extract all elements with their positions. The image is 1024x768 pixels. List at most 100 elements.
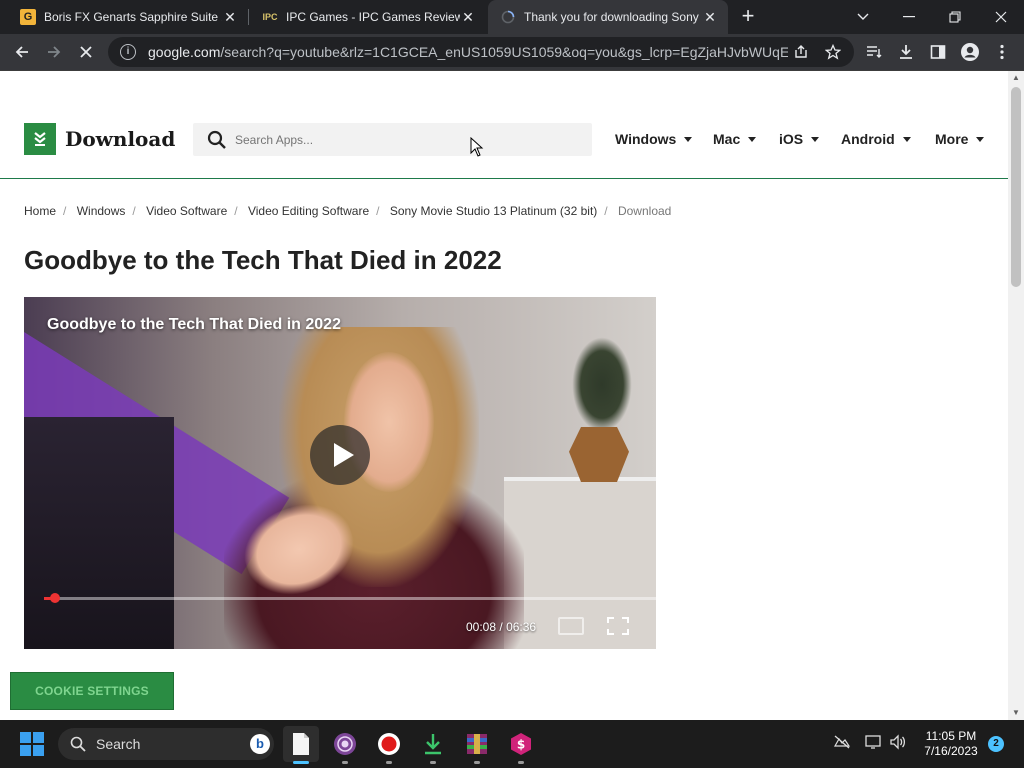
tab-search-icon[interactable] bbox=[840, 0, 886, 34]
active-app-indicator bbox=[293, 761, 309, 764]
browser-tab-active[interactable]: Thank you for downloading Sony ✕ bbox=[488, 0, 728, 34]
download-icon[interactable] bbox=[892, 38, 920, 66]
page-scrollbar[interactable]: ▲ ▼ bbox=[1008, 71, 1024, 720]
download-manager-icon[interactable] bbox=[415, 726, 451, 764]
breadcrumb-separator: / bbox=[132, 204, 136, 218]
forward-arrow-icon[interactable] bbox=[40, 38, 68, 66]
breadcrumb: Home / Windows / Video Software / Video Edi… bbox=[24, 204, 671, 218]
search-input[interactable] bbox=[235, 132, 575, 147]
scroll-down-arrow-icon[interactable]: ▼ bbox=[1008, 706, 1024, 720]
chevron-down-icon bbox=[811, 136, 820, 142]
site-header: Download Windows Mac iOS Android More bbox=[0, 108, 1008, 179]
taskbar-clock[interactable]: 11:05 PM 7/16/2023 bbox=[916, 729, 986, 759]
browser-tab[interactable]: G Boris FX Genarts Sapphire Suite 2 ✕ bbox=[8, 0, 248, 34]
svg-text:$: $ bbox=[517, 738, 525, 752]
site-info-icon[interactable]: i bbox=[120, 44, 136, 60]
video-current-time: 00:08 bbox=[466, 620, 497, 634]
bookmark-star-icon[interactable] bbox=[824, 43, 842, 62]
breadcrumb-separator: / bbox=[604, 204, 608, 218]
breadcrumb-video-editing[interactable]: Video Editing Software bbox=[248, 204, 369, 218]
browser-tab[interactable]: IPC IPC Games - IPC Games Reviews ✕ bbox=[250, 0, 486, 34]
close-tab-icon[interactable]: ✕ bbox=[222, 9, 238, 26]
restore-icon[interactable] bbox=[932, 0, 978, 34]
breadcrumb-video-software[interactable]: Video Software bbox=[146, 204, 227, 218]
chevron-down-icon bbox=[748, 136, 757, 142]
video-duration: 06:36 bbox=[506, 620, 537, 634]
page-title: Goodbye to the Tech That Died in 2022 bbox=[24, 245, 502, 275]
mouse-cursor-icon bbox=[470, 137, 484, 157]
close-tab-icon[interactable]: ✕ bbox=[702, 9, 718, 26]
nav-windows[interactable]: Windows bbox=[615, 131, 693, 147]
video-title: Goodbye to the Tech That Died in 2022 bbox=[47, 316, 341, 333]
taskbar-search-label: Search bbox=[96, 736, 141, 752]
nav-label: Android bbox=[841, 131, 895, 147]
network-off-icon[interactable] bbox=[832, 734, 852, 754]
browser-toolbar: i google.com/search?q=youtube&rlz=1C1GCE… bbox=[0, 34, 1024, 71]
search-icon bbox=[70, 736, 86, 752]
play-button-icon[interactable] bbox=[310, 425, 370, 485]
windows-start-icon[interactable] bbox=[20, 732, 44, 756]
breadcrumb-separator: / bbox=[63, 204, 67, 218]
chevron-down-icon bbox=[976, 136, 985, 142]
scroll-up-arrow-icon[interactable]: ▲ bbox=[1008, 71, 1024, 85]
breadcrumb-separator: / bbox=[376, 204, 380, 218]
video-scrubber-handle[interactable] bbox=[50, 593, 60, 603]
download-logo-icon[interactable] bbox=[24, 123, 56, 155]
close-tab-icon[interactable]: ✕ bbox=[460, 9, 476, 26]
video-frame-shadow bbox=[24, 417, 174, 649]
taskbar-search[interactable]: Search b bbox=[58, 728, 274, 760]
menu-kebab-icon[interactable] bbox=[988, 38, 1016, 66]
profile-avatar-icon[interactable] bbox=[956, 38, 984, 66]
tab-favicon-icon: G bbox=[20, 9, 36, 25]
tor-browser-icon[interactable] bbox=[327, 726, 363, 764]
breadcrumb-home[interactable]: Home bbox=[24, 204, 56, 218]
search-icon bbox=[207, 130, 226, 149]
clock-time: 11:05 PM bbox=[925, 729, 977, 743]
windows-taskbar: Search b $ 11:05 PM 7/16/2023 2 bbox=[0, 720, 1024, 768]
breadcrumb-windows[interactable]: Windows bbox=[77, 204, 126, 218]
nav-label: Mac bbox=[713, 131, 741, 147]
cookie-settings-button[interactable]: COOKIE SETTINGS bbox=[10, 672, 174, 710]
nav-mac[interactable]: Mac bbox=[713, 131, 757, 147]
video-player[interactable]: Goodbye to the Tech That Died in 2022 00… bbox=[24, 297, 656, 649]
bing-icon[interactable]: b bbox=[250, 734, 270, 754]
video-frame-plant-pot bbox=[569, 427, 629, 482]
screen-recorder-icon[interactable] bbox=[371, 726, 407, 764]
video-frame-plant bbox=[572, 337, 632, 432]
volume-icon[interactable] bbox=[888, 734, 908, 754]
reading-list-icon[interactable] bbox=[860, 38, 888, 66]
display-network-icon[interactable] bbox=[864, 734, 884, 754]
fullscreen-icon[interactable] bbox=[607, 617, 629, 635]
notification-badge[interactable]: 2 bbox=[988, 736, 1004, 752]
captions-icon[interactable] bbox=[558, 617, 584, 635]
running-app-indicator bbox=[474, 761, 480, 764]
breadcrumb-current: Download bbox=[617, 204, 672, 218]
stop-loading-icon[interactable] bbox=[72, 38, 100, 66]
minimize-icon[interactable] bbox=[886, 0, 932, 34]
nav-label: Windows bbox=[615, 131, 677, 147]
breadcrumb-product[interactable]: Sony Movie Studio 13 Platinum (32 bit) bbox=[390, 204, 597, 218]
site-logo-text[interactable]: Download bbox=[65, 127, 175, 151]
nav-more[interactable]: More bbox=[935, 131, 985, 147]
close-window-icon[interactable] bbox=[978, 0, 1024, 34]
nav-android[interactable]: Android bbox=[841, 131, 911, 147]
address-bar[interactable]: i google.com/search?q=youtube&rlz=1C1GCE… bbox=[108, 37, 854, 67]
scrollbar-thumb[interactable] bbox=[1011, 87, 1021, 287]
clock-date: 7/16/2023 bbox=[924, 744, 978, 758]
nav-ios[interactable]: iOS bbox=[779, 131, 820, 147]
winrar-icon[interactable] bbox=[459, 726, 495, 764]
side-panel-icon[interactable] bbox=[924, 38, 952, 66]
share-icon[interactable] bbox=[792, 44, 810, 62]
app-hexagon-icon[interactable]: $ bbox=[503, 726, 539, 764]
file-explorer-icon[interactable] bbox=[283, 726, 319, 764]
back-arrow-icon[interactable] bbox=[8, 38, 36, 66]
tab-title: Boris FX Genarts Sapphire Suite 2 bbox=[44, 10, 222, 24]
running-app-indicator bbox=[386, 761, 392, 764]
breadcrumb-separator: / bbox=[234, 204, 238, 218]
app-search-box[interactable] bbox=[193, 123, 592, 156]
video-progress-bar[interactable] bbox=[44, 597, 656, 600]
browser-tab-strip: G Boris FX Genarts Sapphire Suite 2 ✕ IP… bbox=[0, 0, 1024, 34]
url-text[interactable]: google.com/search?q=youtube&rlz=1C1GCEA_… bbox=[148, 44, 788, 60]
video-time-separator: / bbox=[499, 620, 503, 634]
new-tab-button[interactable]: + bbox=[737, 5, 759, 28]
